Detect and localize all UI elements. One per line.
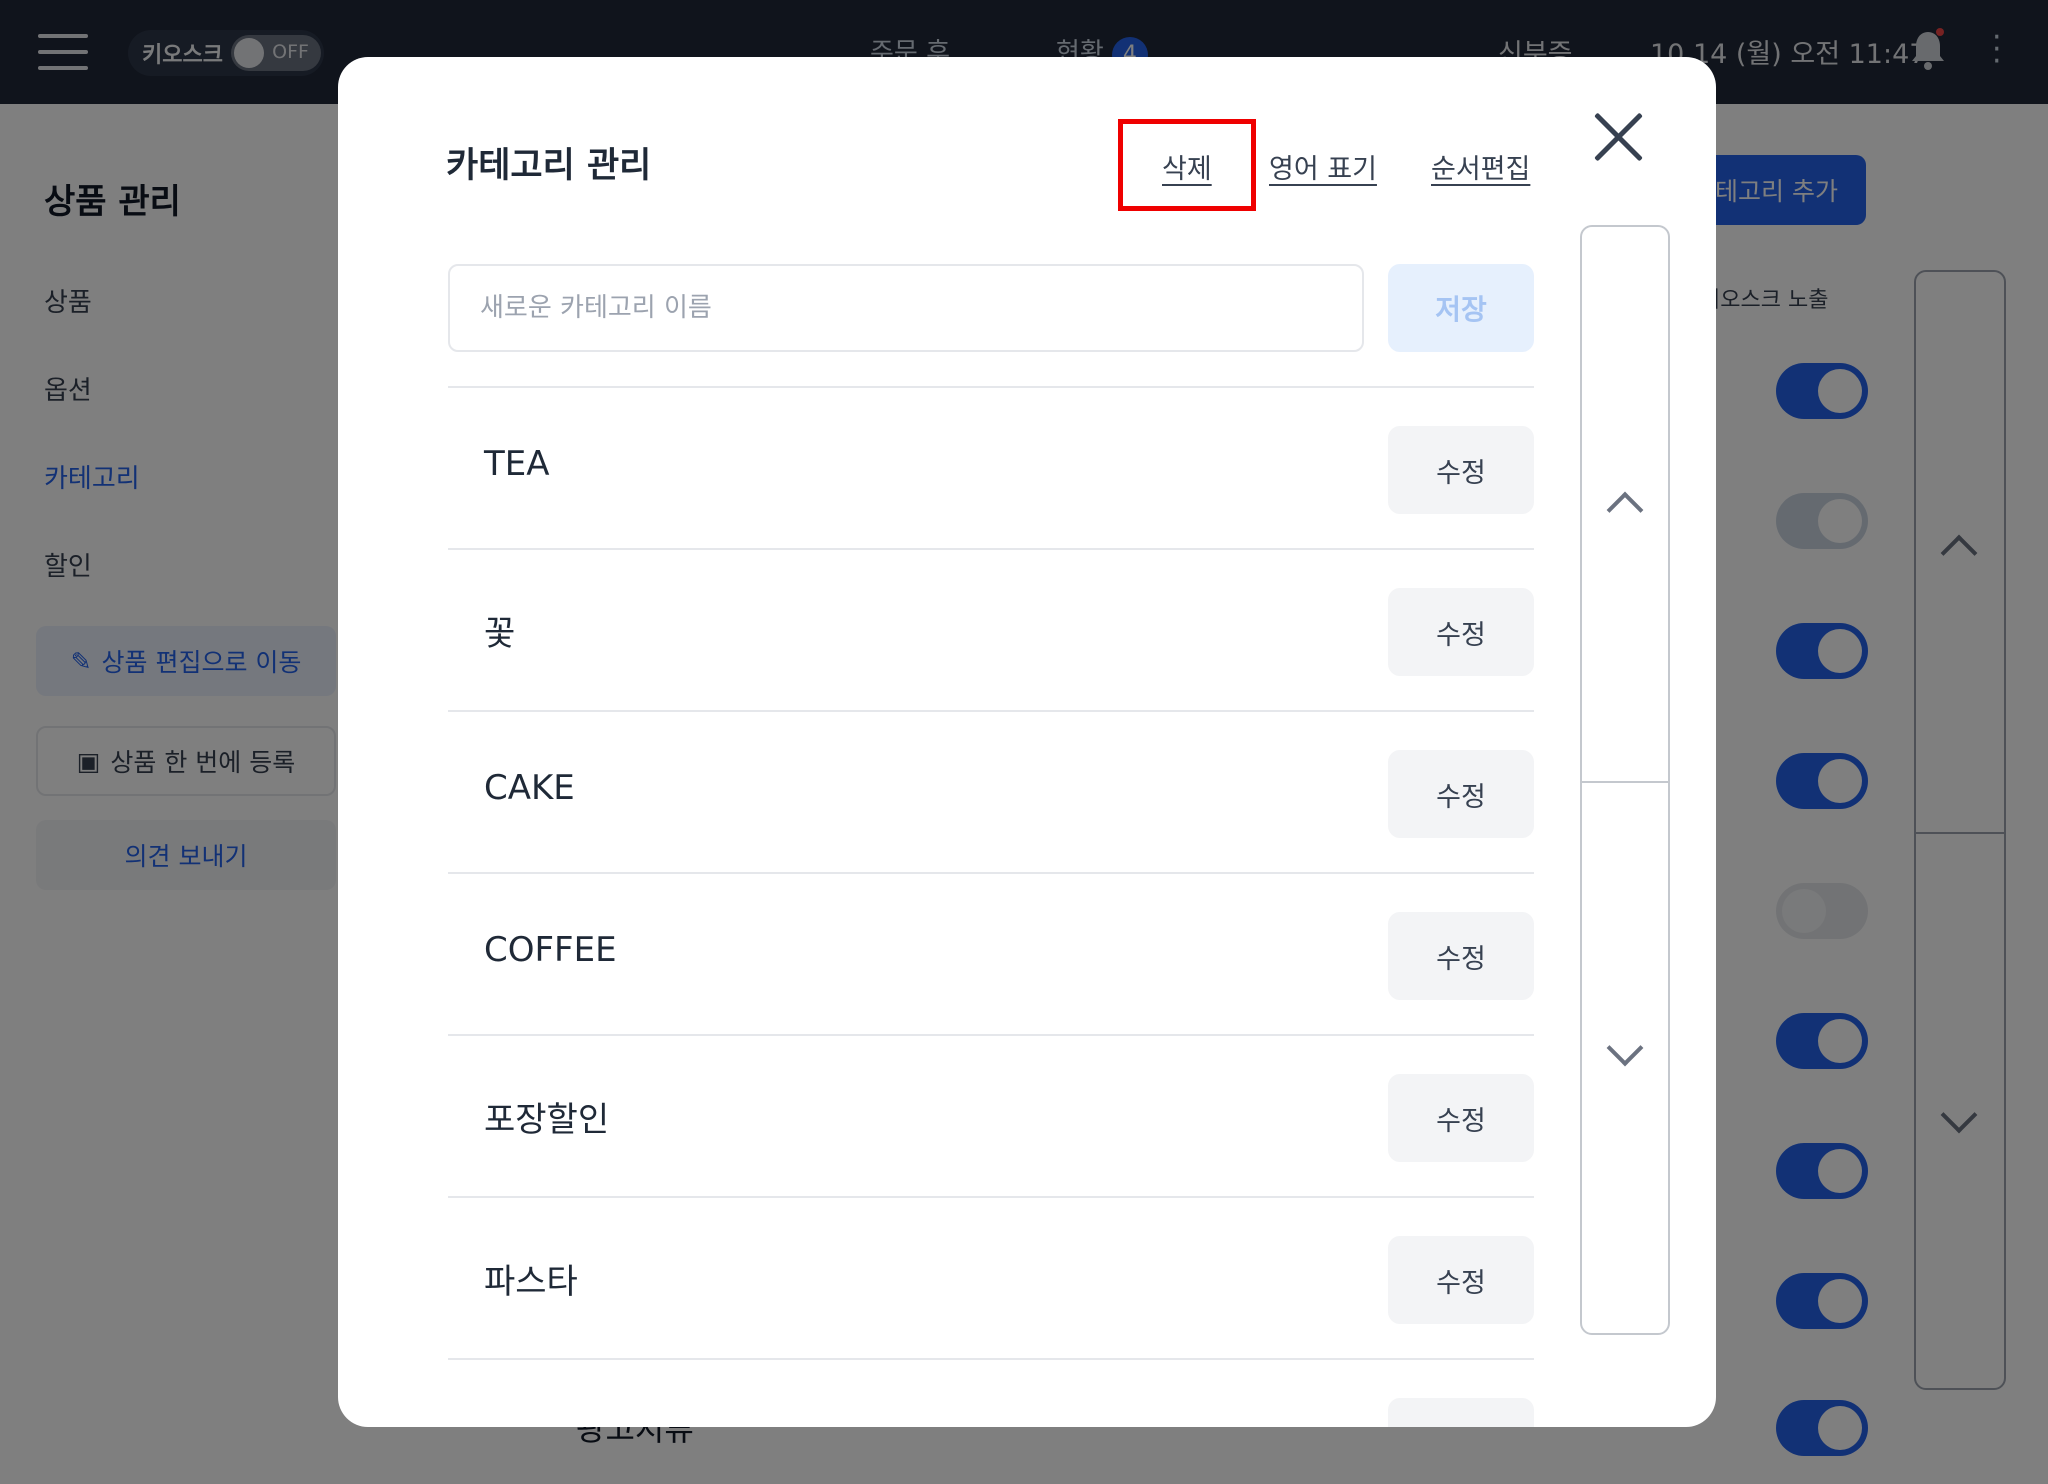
edit-button[interactable]: 수정 — [1388, 426, 1534, 514]
edit-button[interactable]: 수정 — [1388, 588, 1534, 676]
modal-scroll-control[interactable] — [1580, 225, 1670, 1335]
edit-button[interactable]: 수정 — [1388, 750, 1534, 838]
english-label-link[interactable]: 영어 표기 — [1269, 147, 1377, 186]
category-name: TEA — [484, 444, 550, 484]
edit-button[interactable] — [1388, 1398, 1534, 1427]
category-name: CAKE — [484, 768, 575, 808]
category-row: 꽃 수정 — [448, 550, 1534, 712]
category-name: 파스타 — [484, 1262, 578, 1302]
chevron-down-icon[interactable] — [1606, 1029, 1644, 1067]
save-button[interactable]: 저장 — [1388, 264, 1534, 352]
category-row: TEA 수정 — [448, 388, 1534, 550]
modal-title: 카테고리 관리 — [446, 146, 652, 186]
reorder-link[interactable]: 순서편집 — [1431, 147, 1530, 186]
category-name: 포장할인 — [484, 1100, 610, 1140]
category-name: 꽃 — [484, 614, 516, 654]
category-row: COFFEE 수정 — [448, 874, 1534, 1036]
category-row: 파스타 수정 — [448, 1198, 1534, 1360]
category-row — [448, 1360, 1534, 1427]
category-name-input[interactable] — [448, 264, 1364, 352]
category-management-modal: 카테고리 관리 삭제 영어 표기 순서편집 저장 TEA 수정 꽃 수정 CAK… — [338, 57, 1716, 1427]
edit-button[interactable]: 수정 — [1388, 1236, 1534, 1324]
edit-button[interactable]: 수정 — [1388, 1074, 1534, 1162]
close-icon[interactable] — [1590, 109, 1646, 165]
edit-button[interactable]: 수정 — [1388, 912, 1534, 1000]
category-row: CAKE 수정 — [448, 712, 1534, 874]
scroll-divider — [1582, 781, 1668, 783]
delete-highlight-box — [1118, 119, 1256, 211]
chevron-up-icon[interactable] — [1606, 491, 1644, 529]
category-name: COFFEE — [484, 930, 617, 970]
category-row: 포장할인 수정 — [448, 1036, 1534, 1198]
